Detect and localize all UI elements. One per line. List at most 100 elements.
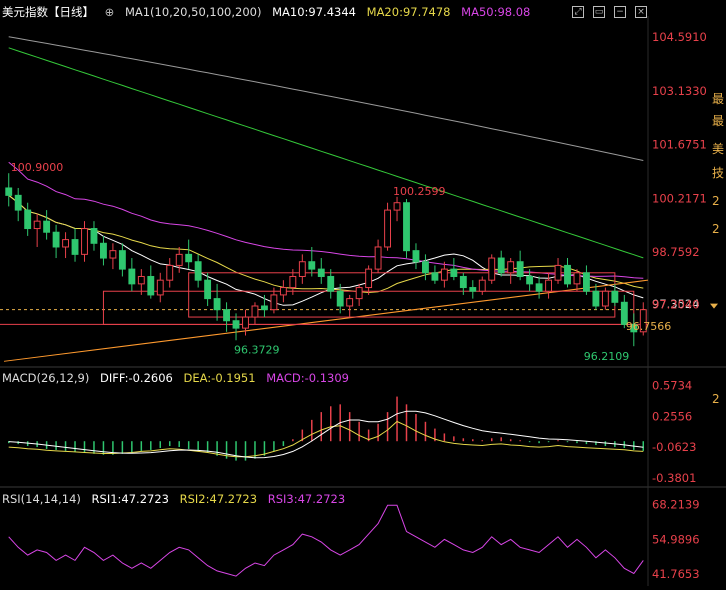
expand-icon[interactable]: ⤢ (572, 6, 584, 18)
macd-dea: DEA:-0.1951 (183, 371, 256, 385)
candle-body (583, 272, 590, 292)
price-tick-label: 103.1330 (652, 84, 707, 98)
candle-body (298, 261, 306, 277)
candle-body (223, 309, 230, 322)
candle-body (156, 279, 164, 296)
side-text-6: 2 (712, 222, 720, 236)
close-icon[interactable]: × (635, 6, 647, 18)
side-text-1: 最 (712, 92, 725, 106)
candle-body (270, 294, 278, 311)
ma100-line (8, 47, 644, 259)
marker-annotation: 96.7566 (626, 320, 672, 333)
candle-body (393, 202, 401, 211)
candle-body (403, 202, 410, 252)
rsi-label: RSI(14,14,14) (2, 492, 81, 506)
candle-body (213, 298, 221, 311)
macd-tick-label: 0.2556 (652, 409, 692, 423)
side-text-3: 美 (712, 142, 725, 156)
ma50-value: MA50:98.08 (461, 5, 531, 19)
macd-tick-label: -0.3801 (652, 471, 696, 485)
side-text-7: 2 (712, 392, 720, 406)
candle-body (384, 209, 391, 248)
rsi-tick-label: 68.2139 (652, 498, 700, 512)
candle-body (185, 253, 193, 263)
candle-body (24, 209, 32, 230)
candle-body (327, 275, 335, 292)
macd-diff: DIFF:-0.2606 (100, 371, 173, 385)
candle-body (279, 287, 287, 296)
price-marker-icon (710, 303, 718, 309)
candle-body (147, 275, 155, 296)
high-annotation: 100.2599 (393, 185, 446, 198)
price-tick-label: 100.2171 (652, 191, 707, 205)
candle-body (308, 261, 316, 270)
settings-icon[interactable]: ⊕ (105, 5, 115, 19)
candle-body (431, 272, 439, 281)
candle-body (564, 264, 571, 285)
window-icon[interactable]: ▭ (593, 6, 605, 18)
candle-body (204, 279, 212, 300)
candle-body (52, 231, 60, 248)
candle-body (507, 261, 515, 274)
candle-body (62, 239, 69, 248)
price-legend: 美元指数【日线】 ⊕ MA1(10,20,50,100,200) MA10:97… (2, 4, 537, 20)
price-tick-label: 104.5910 (652, 30, 707, 44)
ma-label: MA1(10,20,50,100,200) (124, 5, 262, 19)
candle-body (440, 268, 448, 281)
ma10-value: MA10:97.4344 (272, 5, 356, 19)
candle-body (33, 220, 41, 230)
candle-body (175, 253, 183, 266)
candle-body (317, 268, 325, 277)
candle-body (535, 283, 543, 292)
rsi2-value: RSI2:47.2723 (179, 492, 258, 506)
candle-body (128, 268, 136, 285)
candle-body (261, 305, 268, 311)
candle-body (289, 275, 297, 289)
candle-body (346, 298, 354, 307)
range-box (102, 290, 635, 325)
symbol-title: 美元指数【日线】 (2, 5, 94, 19)
candle-body (14, 194, 22, 211)
macd-value: MACD:-0.1309 (266, 371, 349, 385)
candle-body (232, 320, 240, 329)
candle-body (459, 275, 467, 289)
candle-body (478, 279, 486, 292)
side-text-4: 技 (712, 166, 725, 180)
candle-body (166, 264, 174, 281)
high-annotation: 100.9000 (11, 161, 64, 174)
side-text-2: 最 (712, 114, 725, 128)
rsi3-value: RSI3:47.2723 (267, 492, 346, 506)
candle-body (71, 239, 79, 255)
rsi1-value: RSI1:47.2723 (91, 492, 169, 506)
candle-body (545, 279, 552, 292)
candle-body (554, 264, 562, 281)
ma20-value: MA20:97.7478 (366, 5, 451, 19)
candle-body (374, 246, 382, 270)
low-annotation: 96.2109 (584, 350, 630, 363)
candle-body (90, 228, 98, 244)
candle-body (516, 261, 524, 277)
rsi-legend: RSI(14,14,14) RSI1:47.2723 RSI2:47.2723 … (2, 492, 352, 506)
candle-body (469, 287, 477, 292)
candle-body (573, 272, 581, 285)
candle-body (81, 228, 88, 255)
candle-body (100, 242, 107, 259)
price-tick-label: 98.7592 (652, 245, 700, 259)
candle-body (526, 275, 534, 285)
candle-body (43, 220, 51, 233)
macd-legend: MACD(26,12,9) DIFF:-0.2606 DEA:-0.1951 M… (2, 371, 356, 385)
candle-body (611, 290, 619, 303)
trend-line (3, 279, 649, 362)
candle-body (592, 290, 600, 307)
candle-body (118, 250, 126, 270)
candle-body (251, 305, 259, 318)
candle-body (497, 257, 505, 274)
rsi-tick-label: 54.9896 (652, 532, 700, 546)
panel-toolbar: ⤢ ▭ − × (572, 6, 647, 18)
candle-body (488, 257, 496, 281)
minimize-icon[interactable]: − (614, 6, 626, 18)
candle-body (5, 187, 13, 196)
price-tick-label: 101.6751 (652, 138, 707, 152)
partial-price-label: 97.2040 (652, 298, 700, 312)
candle-body (601, 290, 609, 307)
